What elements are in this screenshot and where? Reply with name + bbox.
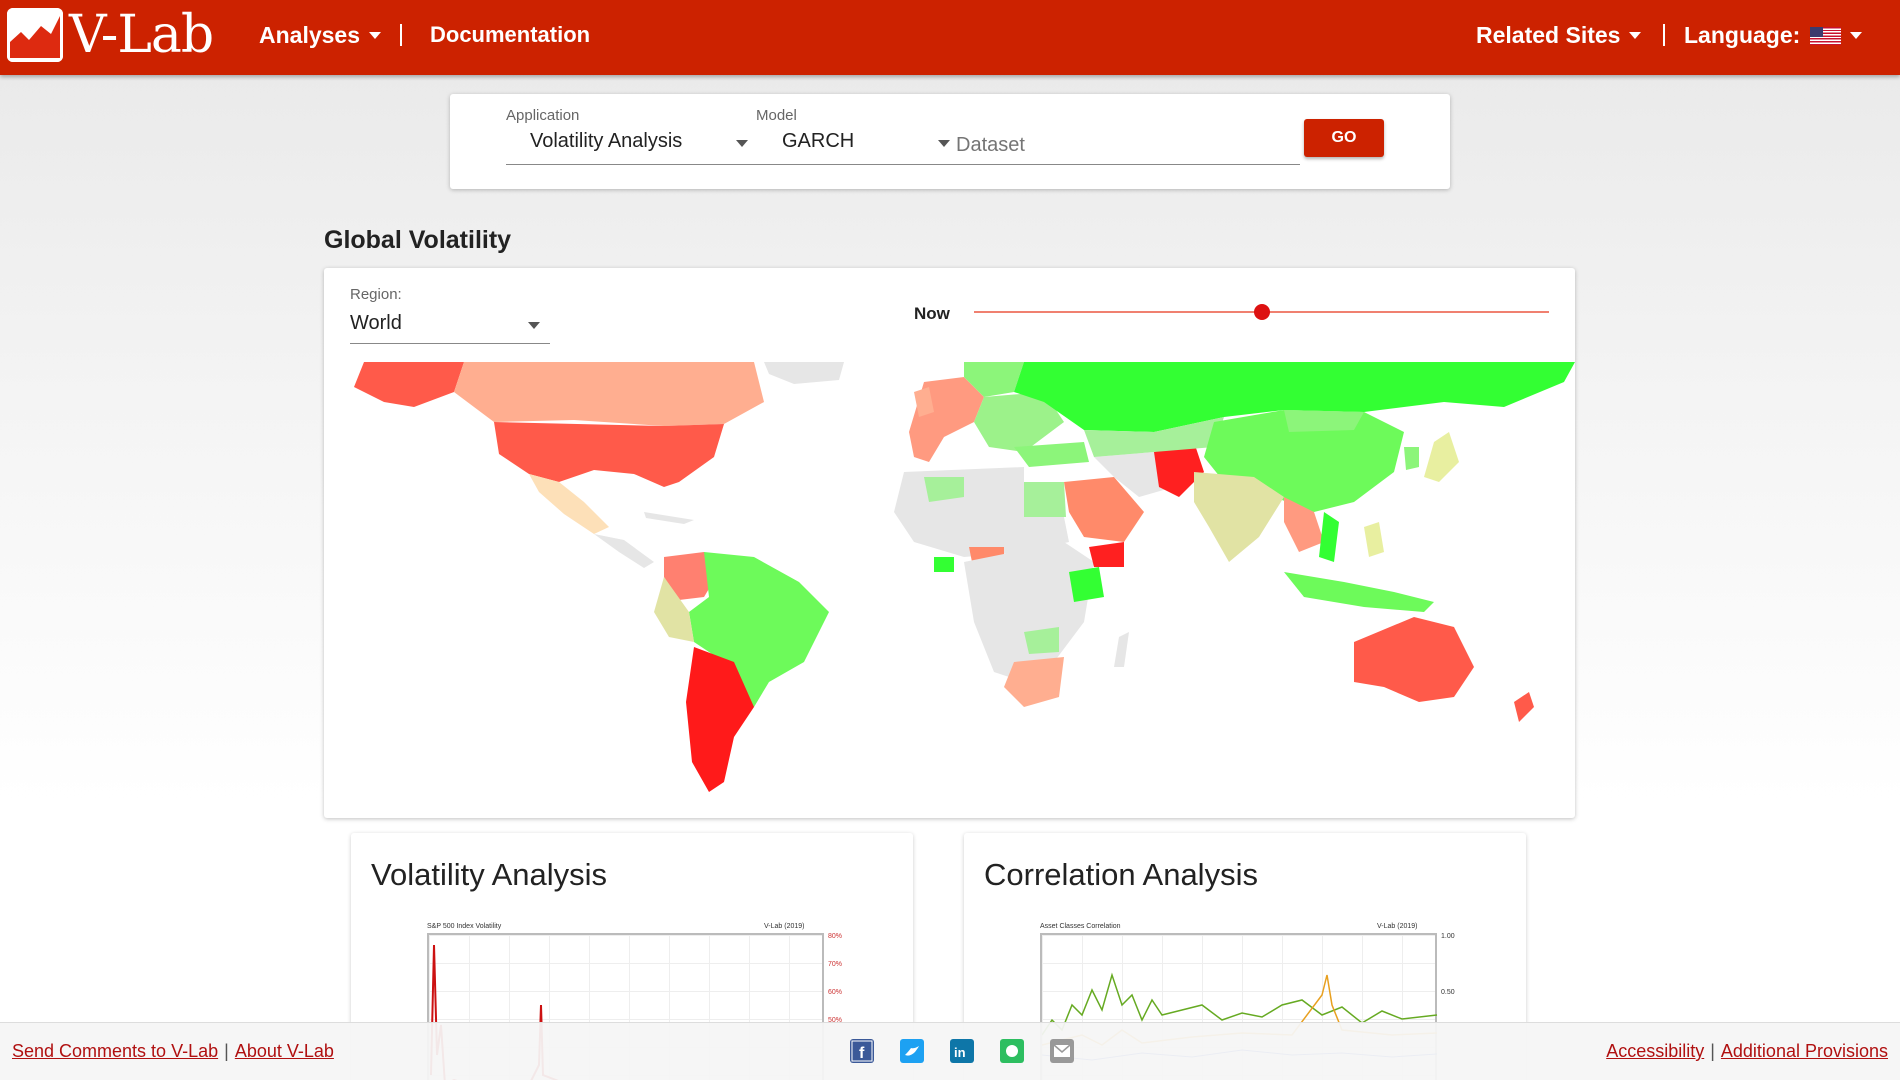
nav-language-menu[interactable]: Language: bbox=[1684, 22, 1863, 49]
chevron-down-icon bbox=[1850, 32, 1863, 39]
world-volatility-map[interactable] bbox=[324, 362, 1575, 818]
correlation-y-tick: 0.50 bbox=[1441, 989, 1455, 996]
correlation-analysis-title: Correlation Analysis bbox=[984, 857, 1258, 892]
model-select[interactable]: GARCH bbox=[756, 130, 950, 162]
time-slider-thumb[interactable] bbox=[1254, 304, 1270, 320]
footer-bar: Send Comments to V-Lab | About V-Lab f in … bbox=[0, 1022, 1900, 1080]
go-button[interactable]: GO bbox=[1304, 119, 1384, 157]
correlation-chart-title: Asset Classes Correlation bbox=[1040, 923, 1121, 930]
map-region-new-zealand bbox=[1514, 692, 1534, 722]
map-region-japan bbox=[1424, 432, 1459, 482]
map-region-greenland bbox=[764, 362, 844, 384]
chevron-down-icon bbox=[528, 322, 540, 329]
chevron-down-icon bbox=[736, 140, 748, 147]
svg-text:in: in bbox=[954, 1045, 966, 1060]
accessibility-link[interactable]: Accessibility bbox=[1606, 1041, 1704, 1061]
volatility-y-tick: 80% bbox=[828, 933, 843, 940]
footer-divider: | bbox=[224, 1041, 229, 1061]
volatility-analysis-title: Volatility Analysis bbox=[371, 857, 608, 892]
map-region-kenya bbox=[1069, 567, 1104, 602]
volatility-y-tick: 70% bbox=[828, 961, 843, 968]
linkedin-icon[interactable]: in bbox=[950, 1039, 974, 1063]
send-comments-link[interactable]: Send Comments to V-Lab bbox=[12, 1041, 218, 1061]
application-value: Volatility Analysis bbox=[530, 130, 683, 152]
map-region-ghana bbox=[934, 557, 954, 572]
region-select[interactable]: World bbox=[350, 312, 550, 344]
analysis-selector-card: Application Volatility Analysis Model GA… bbox=[450, 94, 1450, 189]
application-label: Application bbox=[506, 107, 580, 124]
about-link[interactable]: About V-Lab bbox=[235, 1041, 334, 1061]
map-region-indonesia bbox=[1284, 572, 1434, 612]
svg-text:f: f bbox=[859, 1045, 865, 1062]
global-volatility-title: Global Volatility bbox=[324, 226, 512, 254]
facebook-icon[interactable]: f bbox=[850, 1039, 874, 1063]
footer-divider: | bbox=[1710, 1041, 1715, 1061]
chevron-down-icon bbox=[938, 140, 950, 147]
correlation-chart-credit: V-Lab (2019) bbox=[1377, 923, 1418, 930]
map-region-ethiopia bbox=[1089, 542, 1124, 567]
additional-provisions-link[interactable]: Additional Provisions bbox=[1721, 1041, 1888, 1061]
map-region-madagascar bbox=[1114, 632, 1129, 667]
evernote-icon[interactable] bbox=[1000, 1039, 1024, 1063]
map-region-south-africa bbox=[1004, 657, 1064, 707]
volatility-chart-title: S&P 500 Index Volatility bbox=[427, 923, 502, 930]
model-value: GARCH bbox=[782, 130, 855, 152]
map-region-korea bbox=[1404, 447, 1419, 470]
map-region-caribbean bbox=[644, 512, 694, 524]
time-label: Now bbox=[914, 304, 950, 323]
application-select[interactable]: Volatility Analysis bbox=[506, 130, 748, 162]
email-icon[interactable] bbox=[1050, 1039, 1074, 1063]
logo-text: V-Lab bbox=[69, 5, 214, 65]
map-region-philippines bbox=[1364, 522, 1384, 557]
map-region-canada bbox=[454, 362, 764, 426]
vlab-logo[interactable]: V-Lab bbox=[7, 5, 214, 65]
map-region-europe-west bbox=[909, 377, 984, 462]
correlation-y-tick: 1.00 bbox=[1441, 933, 1455, 940]
region-value: World bbox=[350, 312, 402, 334]
map-region-mexico bbox=[529, 474, 609, 534]
nav-documentation-label: Documentation bbox=[430, 22, 591, 47]
volatility-y-tick: 60% bbox=[828, 989, 843, 996]
field-underline bbox=[506, 164, 1300, 165]
volatility-chart-credit: V-Lab (2019) bbox=[764, 923, 805, 930]
nav-analyses-label: Analyses bbox=[259, 22, 361, 48]
dataset-input[interactable] bbox=[956, 130, 1296, 160]
nav-analyses-menu[interactable]: Analyses bbox=[259, 22, 382, 49]
top-navbar: V-Lab Analyses Documentation Related Sit… bbox=[0, 0, 1900, 75]
us-flag-icon bbox=[1810, 26, 1842, 45]
map-region-mongolia bbox=[1284, 410, 1364, 432]
map-region-central-america bbox=[594, 534, 654, 568]
map-region-australia bbox=[1354, 617, 1474, 702]
nav-language-label: Language: bbox=[1684, 22, 1801, 48]
map-region-vietnam bbox=[1319, 512, 1339, 562]
map-region-usa bbox=[494, 422, 724, 487]
nav-documentation-link[interactable]: Documentation bbox=[430, 22, 590, 48]
nav-related-sites-label: Related Sites bbox=[1476, 22, 1621, 48]
logo-chart-icon bbox=[7, 8, 63, 62]
region-label: Region: bbox=[350, 286, 402, 303]
nav-divider bbox=[400, 24, 402, 46]
nav-divider bbox=[1663, 24, 1665, 46]
chevron-down-icon bbox=[1629, 32, 1642, 39]
chevron-down-icon bbox=[369, 32, 382, 39]
nav-related-sites-menu[interactable]: Related Sites bbox=[1476, 22, 1642, 49]
twitter-icon[interactable] bbox=[900, 1039, 924, 1063]
global-volatility-card: Region: World Now bbox=[324, 268, 1575, 818]
map-region-alaska bbox=[354, 362, 464, 407]
model-label: Model bbox=[756, 107, 797, 124]
map-region-egypt bbox=[1024, 482, 1066, 517]
